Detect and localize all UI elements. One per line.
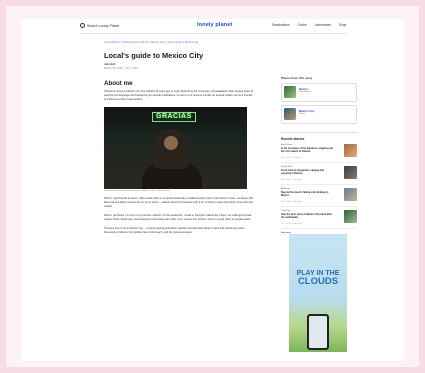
article: Local's guide to Mexico City Jake Bell M…	[104, 52, 254, 235]
advertisement[interactable]: PLAY IN THE CLOUDS	[289, 234, 347, 352]
place-card-mexico-city[interactable]: Mexico City Mexico	[281, 105, 357, 124]
story-item[interactable]: Art & Culture In the footsteps of the Za…	[281, 141, 357, 163]
story-title: In the footsteps of the Zapotecs: mappin…	[281, 146, 333, 153]
nav-destinations[interactable]: Destinations	[272, 23, 290, 27]
sidebar-divider	[281, 132, 357, 133]
story-item[interactable]: Food & Drink From mole to margaritas: si…	[281, 163, 357, 185]
story-thumbnail	[344, 143, 357, 157]
story-meta: Oct 1, 2019 · 5 min read	[281, 178, 302, 181]
place-desc: North America	[299, 91, 312, 93]
story-item[interactable]: Adventure Beyond the beach: hiking and c…	[281, 185, 357, 207]
browser-page: Search Lonely Planet lonely planet Desti…	[21, 19, 404, 361]
places-label: Places from this story	[281, 76, 313, 80]
place-card-mexico[interactable]: Mexico North America	[281, 83, 357, 102]
about-paragraph: Chandrel moved to Mexico City from Madri…	[104, 90, 254, 101]
site-header: Search Lonely Planet lonely planet Desti…	[21, 19, 404, 33]
header-divider	[80, 33, 346, 34]
image-caption: Chandrel at one of his favorite cantinas…	[104, 190, 171, 193]
nav-shop[interactable]: Shop	[339, 23, 346, 27]
place-thumbnail	[284, 108, 296, 120]
ad-headline: PLAY IN THE CLOUDS	[289, 270, 347, 286]
story-category: Adventure	[281, 187, 291, 190]
phone-illustration	[307, 314, 329, 350]
about-heading: About me	[104, 80, 133, 87]
hero-image: GRACIAS	[104, 106, 247, 189]
sidebar: Places from this story Mexico North Amer…	[281, 76, 357, 234]
paragraph-1: When I need friends & music. I like to t…	[104, 197, 254, 209]
neon-sign: GRACIAS	[152, 111, 196, 122]
nav-adventures[interactable]: Adventures	[315, 23, 331, 27]
ad-line-2: CLOUDS	[297, 276, 339, 287]
place-thumbnail	[284, 86, 296, 98]
story-title: From mole to margaritas: sipping and sav…	[281, 168, 324, 175]
site-logo[interactable]: lonely planet	[197, 22, 233, 28]
place-desc: Mexico	[299, 113, 306, 115]
main-nav: Destinations Online Adventures Shop	[272, 23, 346, 27]
search-button[interactable]: Search Lonely Planet	[80, 23, 119, 28]
story-meta: Oct 1, 2019 · 4 min read	[281, 200, 302, 203]
search-label: Search Lonely Planet	[87, 23, 120, 28]
story-meta: Oct 1, 2019 · 6 min read	[281, 156, 302, 159]
story-item[interactable]: Travel Tips How the best spots in Mexico…	[281, 207, 357, 229]
author-link[interactable]: Jake Bell	[104, 63, 254, 66]
page-title: Local's guide to Mexico City	[104, 51, 204, 60]
search-icon	[80, 23, 85, 28]
story-category: Art & Culture	[281, 143, 293, 146]
story-thumbnail	[344, 165, 357, 179]
story-title: How the best spots in Mexico City fared …	[281, 212, 333, 219]
phone-screen	[309, 316, 327, 348]
paragraph-2: When I get bored. I hit one of my favori…	[104, 213, 252, 221]
story-thumbnail	[344, 209, 357, 223]
story-thumbnail	[344, 187, 357, 201]
hero-figure-head	[154, 128, 188, 169]
article-meta: Mexico City Writer · Oct 1, 2019	[104, 67, 138, 70]
paragraph-3: The best time to be in Mexico City ... i…	[104, 226, 245, 234]
story-category: Travel Tips	[281, 209, 291, 212]
nav-online[interactable]: Online	[298, 23, 307, 27]
story-meta: Oct 1, 2019 · 3 min read	[281, 222, 302, 225]
breadcrumb[interactable]: Lonely Planet / North America / Mexico /…	[104, 41, 198, 44]
story-category: Food & Drink	[281, 165, 293, 168]
story-title: Beyond the beach: hiking and climbing in…	[281, 190, 329, 197]
